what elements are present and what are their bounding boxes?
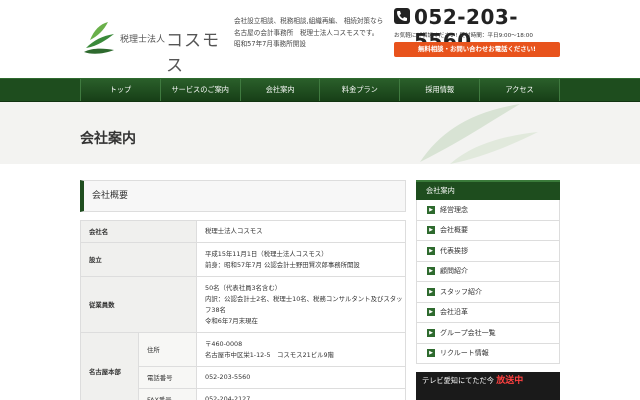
row-label: 従業員数 — [80, 276, 197, 333]
sidebar-item-recruit[interactable]: ▶ リクルート情報 — [416, 343, 560, 364]
sidebar-item-advisors[interactable]: ▶ 顧問紹介 — [416, 261, 560, 282]
value-line: 前身：昭和57年7月 公認会計士野田賢次郎事務所開設 — [205, 260, 360, 269]
chevron-right-icon: ▶ — [427, 267, 435, 276]
tv-banner-highlight: 放送中 — [496, 376, 524, 386]
section-title: 会社概要 — [80, 180, 406, 212]
sidebar-item-label: 経営理念 — [440, 205, 468, 214]
nav-item-services[interactable]: サービスのご案内 — [160, 79, 241, 101]
sidebar-item-label: グループ会社一覧 — [440, 328, 496, 337]
chevron-right-icon: ▶ — [427, 205, 435, 214]
sidebar-item-label: 顧問紹介 — [440, 267, 468, 276]
tv-banner[interactable]: テレビ愛知にてただ今 放送中 — [416, 372, 560, 400]
value-line: 50名（代表社員3名含む） — [205, 283, 282, 292]
global-nav: トップ サービスのご案内 会社案内 料金プラン 採用情報 アクセス — [0, 78, 640, 102]
sidebar-heading: 会社案内 — [416, 180, 560, 200]
intro-line: 昭和57年7月事務所開設 — [234, 40, 306, 48]
row-label: 名古屋本部 — [80, 332, 139, 400]
row-label: 会社名 — [80, 220, 197, 243]
chevron-right-icon: ▶ — [427, 349, 435, 358]
sidebar-item-staff[interactable]: ▶ スタッフ紹介 — [416, 282, 560, 303]
chevron-right-icon: ▶ — [427, 328, 435, 337]
header-intro-text: 会社設立相談、税務相談,組織再編、 相続対策なら 名古屋の会計事務所 税理士法人… — [234, 16, 394, 51]
nav-item-top[interactable]: トップ — [80, 79, 161, 101]
chevron-right-icon: ▶ — [427, 308, 435, 317]
row-value: 平成15年11月1日（税理士法人コスモス） 前身：昭和57年7月 公認会計士野田… — [196, 242, 406, 277]
table-row: 設立 平成15年11月1日（税理士法人コスモス） 前身：昭和57年7月 公認会計… — [80, 242, 406, 277]
site-header: 税理士法人 コスモス 会社設立相談、税務相談,組織再編、 相続対策なら 名古屋の… — [0, 0, 640, 78]
sidebar-item-greeting[interactable]: ▶ 代表挨拶 — [416, 241, 560, 262]
sidebar-item-philosophy[interactable]: ▶ 経営理念 — [416, 200, 560, 221]
sidebar-item-label: リクルート情報 — [440, 349, 489, 358]
value-line: 平成15年11月1日（税理士法人コスモス） — [205, 249, 328, 258]
nav-item-company[interactable]: 会社案内 — [240, 79, 321, 101]
nav-item-recruit[interactable]: 採用情報 — [400, 79, 481, 101]
nav-item-pricing[interactable]: 料金プラン — [320, 79, 401, 101]
table-row: 名古屋本部 住所 〒460-0008 名古屋市中区栄1-12-5 コスモス21ビ… — [80, 332, 406, 400]
page-title: 会社案内 — [80, 131, 136, 147]
row-value: 052-203-5560 — [196, 366, 406, 389]
free-consultation-banner[interactable]: 無料相談・お問い合わせお電話ください! — [394, 42, 560, 57]
intro-line: 名古屋の会計事務所 税理士法人コスモスです。 — [234, 28, 379, 37]
header-phone[interactable]: 052-203-5560 — [394, 5, 562, 53]
tv-banner-text: テレビ愛知にてただ今 — [422, 376, 494, 385]
value-line: 名古屋市中区栄1-12-5 コスモス21ビル9階 — [205, 350, 334, 359]
row-value: 税理士法人コスモス — [196, 220, 406, 243]
row-value: 052-204-2127 — [196, 388, 406, 400]
intro-line: 会社設立相談、税務相談,組織再編、 相続対策なら — [234, 17, 384, 25]
sidebar-item-overview[interactable]: ▶ 会社概要 — [416, 220, 560, 241]
row-value: 〒460-0008 名古屋市中区栄1-12-5 コスモス21ビル9階 — [196, 332, 406, 367]
logo-subtitle: 税理士法人 — [120, 35, 166, 45]
sidebar-item-label: 会社概要 — [440, 226, 468, 235]
row-sublabel: 住所 — [138, 332, 197, 367]
company-info-table: 会社名 税理士法人コスモス 設立 平成15年11月1日（税理士法人コスモス） 前… — [80, 220, 406, 400]
sidebar: 会社案内 ▶ 経営理念 ▶ 会社概要 ▶ 代表挨拶 ▶ 顧問紹介 ▶ スタッフ紹介 ▶ 会社… — [416, 180, 560, 364]
table-row: 従業員数 50名（代表社員3名含む） 内訳：公認会計士2名、税理士10名、税務コ… — [80, 276, 406, 333]
row-sublabel: FAX番号 — [138, 388, 197, 400]
value-line: 令和6年7月末現在 — [205, 316, 258, 325]
row-label: 設立 — [80, 242, 197, 277]
row-sublabel: 電話番号 — [138, 366, 197, 389]
sidebar-item-label: スタッフ紹介 — [440, 287, 482, 296]
value-line: 内訳：公認会計士2名、税理士10名、税務コンサルタント及びスタッ — [205, 294, 403, 303]
site-logo[interactable]: 税理士法人 コスモス — [80, 18, 230, 76]
decorative-leaf-icon — [420, 104, 538, 164]
chevron-right-icon: ▶ — [427, 246, 435, 255]
table-row: 会社名 税理士法人コスモス — [80, 220, 406, 243]
row-value: 50名（代表社員3名含む） 内訳：公認会計士2名、税理士10名、税務コンサルタン… — [196, 276, 406, 333]
chevron-right-icon: ▶ — [427, 226, 435, 235]
nav-item-access[interactable]: アクセス — [480, 79, 560, 101]
bamboo-leaf-icon — [84, 22, 114, 54]
sidebar-item-label: 代表挨拶 — [440, 246, 468, 255]
sidebar-item-history[interactable]: ▶ 会社沿革 — [416, 302, 560, 323]
logo-title: コスモス — [166, 31, 220, 76]
sidebar-item-label: 会社沿革 — [440, 308, 468, 317]
business-hours: お気軽にご相談ください! 受付時間：平日9:00〜18:00 — [394, 33, 533, 39]
value-line: フ38名 — [205, 305, 226, 314]
phone-icon — [394, 8, 410, 24]
main-content: 会社概要 会社名 税理士法人コスモス 設立 平成15年11月1日（税理士法人コス… — [80, 180, 406, 400]
value-line: 〒460-0008 — [205, 339, 243, 348]
sidebar-item-group[interactable]: ▶ グループ会社一覧 — [416, 323, 560, 344]
chevron-right-icon: ▶ — [427, 287, 435, 296]
